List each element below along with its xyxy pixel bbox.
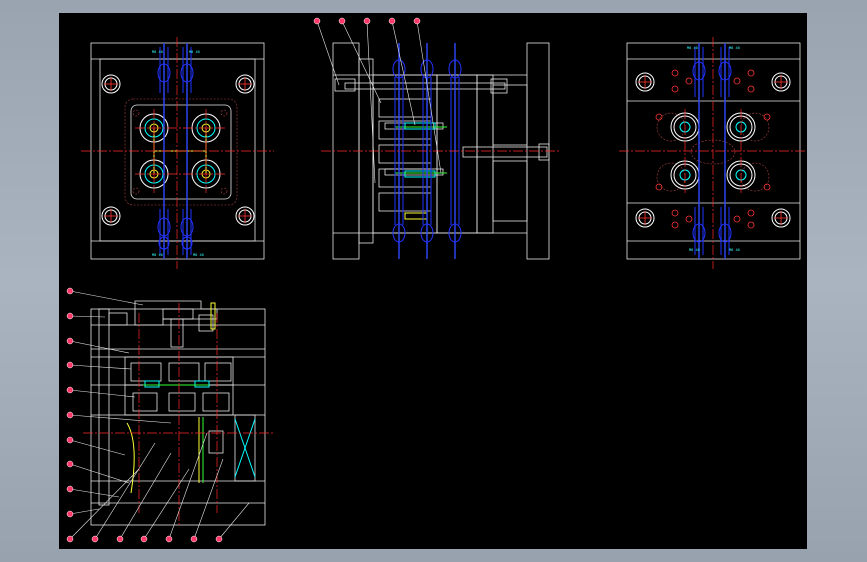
label-tl-lower-2: M8 40	[193, 253, 204, 257]
balloon[interactable]	[338, 17, 346, 25]
balloon[interactable]	[363, 17, 371, 25]
plan-view-moving-half: M8 40 M8 40 M8 40 M8 40	[619, 37, 807, 269]
label-tr-upper-2: M8 40	[729, 46, 740, 50]
label-tr-lower-1: M8 40	[689, 248, 700, 252]
balloon[interactable]	[313, 17, 321, 25]
label-tl-lower-1: M8 40	[152, 253, 163, 257]
app-window: M8 40 M8 40 M8 40 M8 40 M8 40 M8 40 M8 4…	[0, 0, 867, 562]
label-tr-upper-1: M8 40	[687, 46, 698, 50]
label-tr-lower-2: M8 40	[729, 248, 740, 252]
plan-view-fixed-half: M8 40 M8 40 M8 40 M8 40	[81, 37, 274, 269]
cavity-array	[132, 109, 228, 195]
balloon-callouts-left[interactable]	[66, 287, 172, 518]
section-view-side	[313, 17, 559, 260]
balloon[interactable]	[413, 17, 421, 25]
balloon-callouts-bottom[interactable]	[66, 432, 250, 543]
balloon[interactable]	[388, 17, 396, 25]
label-tl-upper-1: M8 40	[152, 50, 163, 54]
drawing-canvas[interactable]: M8 40 M8 40 M8 40 M8 40 M8 40 M8 40 M8 4…	[59, 13, 807, 549]
label-tl-upper-2: M8 40	[189, 50, 200, 54]
section-view-front	[66, 287, 273, 543]
cad-drawing: M8 40 M8 40 M8 40 M8 40 M8 40 M8 40 M8 4…	[66, 17, 807, 543]
